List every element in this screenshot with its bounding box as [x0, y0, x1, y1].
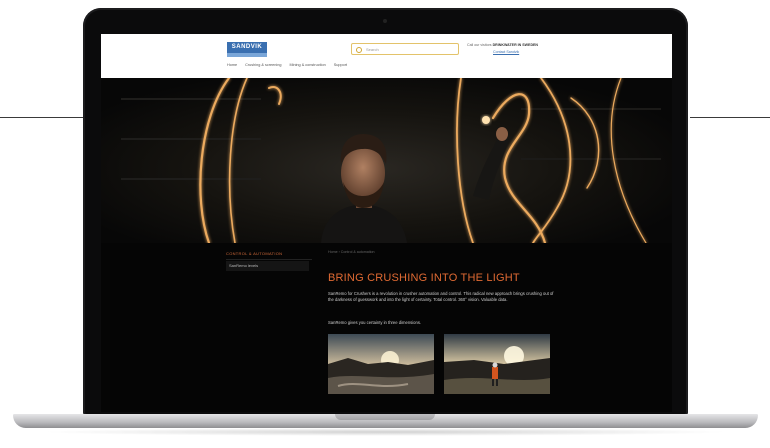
right-rule-line	[690, 117, 770, 118]
contact-link[interactable]: Contact Sandvik	[493, 50, 519, 54]
logo-stripe	[227, 53, 267, 57]
search-input[interactable]: Search	[351, 43, 459, 55]
laptop-shadow	[40, 428, 730, 436]
content-area: CONTROL & AUTOMATION SanRemo levels Home…	[101, 243, 672, 412]
landscape-thumbnail-1[interactable]	[328, 334, 434, 394]
sidebar-title: CONTROL & AUTOMATION	[226, 251, 283, 256]
nav-item-mining[interactable]: Mining & construction	[289, 63, 325, 67]
search-placeholder: Search	[366, 47, 379, 52]
landscape-image-2	[444, 334, 550, 394]
page-title: BRING CRUSHING INTO THE LIGHT	[328, 272, 520, 284]
contact-prefix: Call our visitors	[467, 43, 492, 47]
logo-text: SANDVIK	[231, 44, 263, 50]
breadcrumb[interactable]: Home › Control & automation	[328, 250, 375, 254]
contact-line: Call our visitors DRINKWATER IN SWEDEN	[467, 43, 538, 47]
landscape-image-1	[328, 334, 434, 394]
intro-paragraph: SanRemo for Crushers is a revolution in …	[328, 291, 554, 302]
nav-item-home[interactable]: Home	[227, 63, 237, 67]
camera-icon	[383, 19, 387, 23]
nav-item-crushing[interactable]: Crushing & screening	[245, 63, 281, 67]
sidebar-divider	[226, 259, 312, 260]
hero-image	[101, 78, 672, 243]
laptop-lid: SANDVIK Search Call our visitors DRINKWA…	[83, 8, 688, 416]
nav-item-support[interactable]: Support	[334, 63, 347, 67]
search-icon	[356, 47, 362, 53]
laptop-opening-notch	[335, 414, 435, 420]
left-rule-line	[0, 117, 92, 118]
brand-logo[interactable]: SANDVIK	[227, 42, 267, 57]
secondary-paragraph: SanRemo gives you certainty in three dim…	[328, 320, 422, 325]
landscape-thumbnail-2[interactable]	[444, 334, 550, 394]
sidebar-item-sanremo-levels[interactable]: SanRemo levels	[226, 261, 309, 271]
main-nav: Home Crushing & screening Mining & const…	[227, 63, 347, 67]
site-header: SANDVIK Search Call our visitors DRINKWA…	[101, 34, 672, 78]
contact-bold: DRINKWATER IN SWEDEN	[492, 43, 539, 47]
laptop-screen: SANDVIK Search Call our visitors DRINKWA…	[101, 34, 672, 412]
hero-illustration	[121, 78, 661, 243]
